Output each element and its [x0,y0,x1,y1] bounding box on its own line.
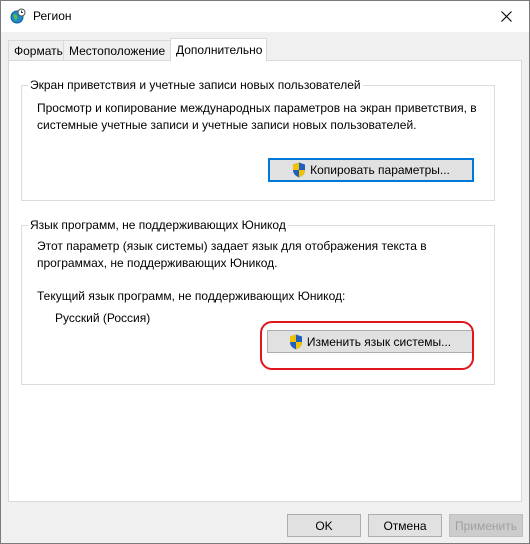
non-unicode-group-legend: Язык программ, не поддерживающих Юникод [28,218,288,232]
cancel-button-label: Отмена [383,518,427,533]
change-system-locale-label: Изменить язык системы... [306,334,452,349]
tab-location[interactable]: Местоположение [63,40,171,61]
current-language-value: Русский (Россия) [55,311,151,325]
tab-formats[interactable]: Форматы [8,40,66,61]
non-unicode-description-line1: Этот параметр (язык системы) задает язык… [37,239,427,253]
globe-clock-icon [10,8,26,24]
current-language-label: Текущий язык программ, не поддерживающих… [37,289,346,303]
apply-button[interactable]: Применить [449,514,523,537]
advanced-tab-panel: Экран приветствия и учетные записи новых… [8,60,522,502]
tab-formats-label: Форматы [14,44,66,58]
non-unicode-group: Язык программ, не поддерживающих Юникод … [21,218,495,385]
region-dialog: Регион Форматы Местоположение Дополнител… [0,0,530,544]
close-button[interactable] [483,1,529,32]
copy-settings-button[interactable]: Копировать параметры... [268,158,474,182]
uac-shield-icon [289,334,302,349]
non-unicode-description-line2: программах, не поддерживающих Юникод. [37,256,278,270]
tab-advanced-label: Дополнительно [176,43,263,57]
welcome-group-legend: Экран приветствия и учетные записи новых… [28,78,363,92]
copy-settings-label: Копировать параметры... [310,163,450,177]
window-title: Регион [33,9,72,23]
close-icon [500,11,512,22]
tab-advanced[interactable]: Дополнительно [170,38,267,62]
welcome-description-line1: Просмотр и копирование международных пар… [37,101,477,115]
uac-shield-icon [293,162,306,178]
welcome-screen-group: Экран приветствия и учетные записи новых… [21,78,495,201]
apply-button-label: Применить [454,518,517,533]
welcome-description-line2: системные учетные записи и учетные запис… [37,118,417,132]
title-bar[interactable]: Регион [1,1,529,32]
change-system-locale-button[interactable]: Изменить язык системы... [267,330,473,353]
ok-button-label: OK [315,518,333,533]
tab-strip: Форматы Местоположение Дополнительно [8,38,522,62]
cancel-button[interactable]: Отмена [368,514,442,537]
tab-location-label: Местоположение [69,44,166,58]
ok-button[interactable]: OK [287,514,361,537]
